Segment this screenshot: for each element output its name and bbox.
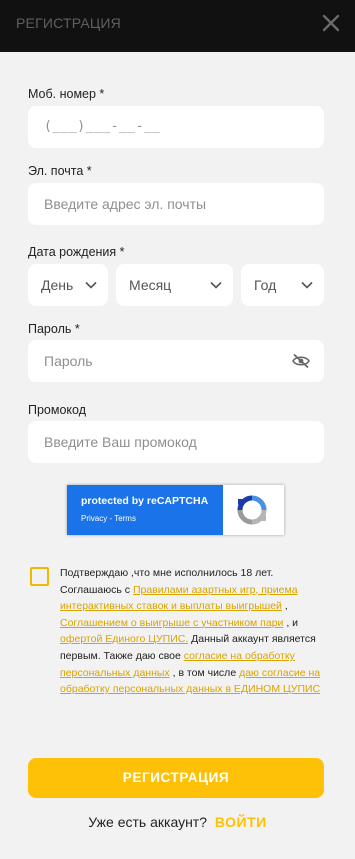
header-bar: РЕГИСТРАЦИЯ: [0, 0, 355, 52]
recaptcha-badge[interactable]: protected by reCAPTCHA Privacy - Terms: [67, 485, 284, 535]
chevron-down-icon: [85, 281, 97, 289]
year-select-value: Год: [254, 277, 277, 293]
month-select[interactable]: Месяц: [116, 264, 233, 306]
login-link[interactable]: ВОЙТИ: [215, 814, 267, 830]
terms-text-part: , и: [283, 616, 299, 629]
email-placeholder: Введите адрес эл. почты: [44, 196, 207, 212]
phone-field[interactable]: (___)___-__-__: [28, 106, 324, 148]
page-title: РЕГИСТРАЦИЯ: [16, 15, 121, 31]
birthdate-label: Дата рождения *: [28, 245, 125, 259]
terms-text: Подтверждаю ,что мне исполнилось 18 лет.…: [60, 565, 322, 698]
login-question: Уже есть аккаунт?: [88, 814, 208, 830]
terms-text-part: ,: [281, 600, 288, 613]
register-button[interactable]: РЕГИСТРАЦИЯ: [28, 758, 324, 798]
password-field[interactable]: Пароль: [28, 340, 324, 382]
recaptcha-logo-icon: [237, 495, 267, 525]
email-label: Эл. почта *: [28, 164, 92, 178]
winnings-agreement-link[interactable]: Соглашением о выигрыше с участником пари: [60, 617, 283, 629]
terms-checkbox[interactable]: [30, 567, 49, 586]
month-select-value: Месяц: [129, 277, 172, 293]
email-field[interactable]: Введите адрес эл. почты: [28, 183, 324, 225]
day-select[interactable]: День: [28, 264, 108, 306]
recaptcha-links[interactable]: Privacy - Terms: [81, 514, 136, 523]
login-prompt: Уже есть аккаунт? ВОЙТИ: [0, 814, 355, 830]
phone-placeholder: (___)___-__-__: [44, 119, 161, 134]
phone-label: Моб. номер *: [28, 87, 105, 101]
chevron-down-icon: [210, 281, 222, 289]
year-select[interactable]: Год: [241, 264, 324, 306]
promo-placeholder: Введите Ваш промокод: [44, 434, 197, 450]
close-icon[interactable]: [321, 13, 341, 33]
recaptcha-title: protected by reCAPTCHA: [81, 495, 209, 507]
password-placeholder: Пароль: [44, 353, 93, 369]
promo-label: Промокод: [28, 403, 87, 417]
offer-link[interactable]: офертой Единого ЦУПИС.: [60, 633, 188, 645]
terms-text-part: , в том числе: [169, 666, 240, 679]
password-label: Пароль *: [28, 322, 80, 336]
eye-off-icon[interactable]: [292, 353, 310, 369]
promo-field[interactable]: Введите Ваш промокод: [28, 421, 324, 463]
chevron-down-icon: [301, 281, 313, 289]
recaptcha-panel: protected by reCAPTCHA Privacy - Terms: [67, 485, 223, 535]
day-select-value: День: [41, 277, 74, 293]
